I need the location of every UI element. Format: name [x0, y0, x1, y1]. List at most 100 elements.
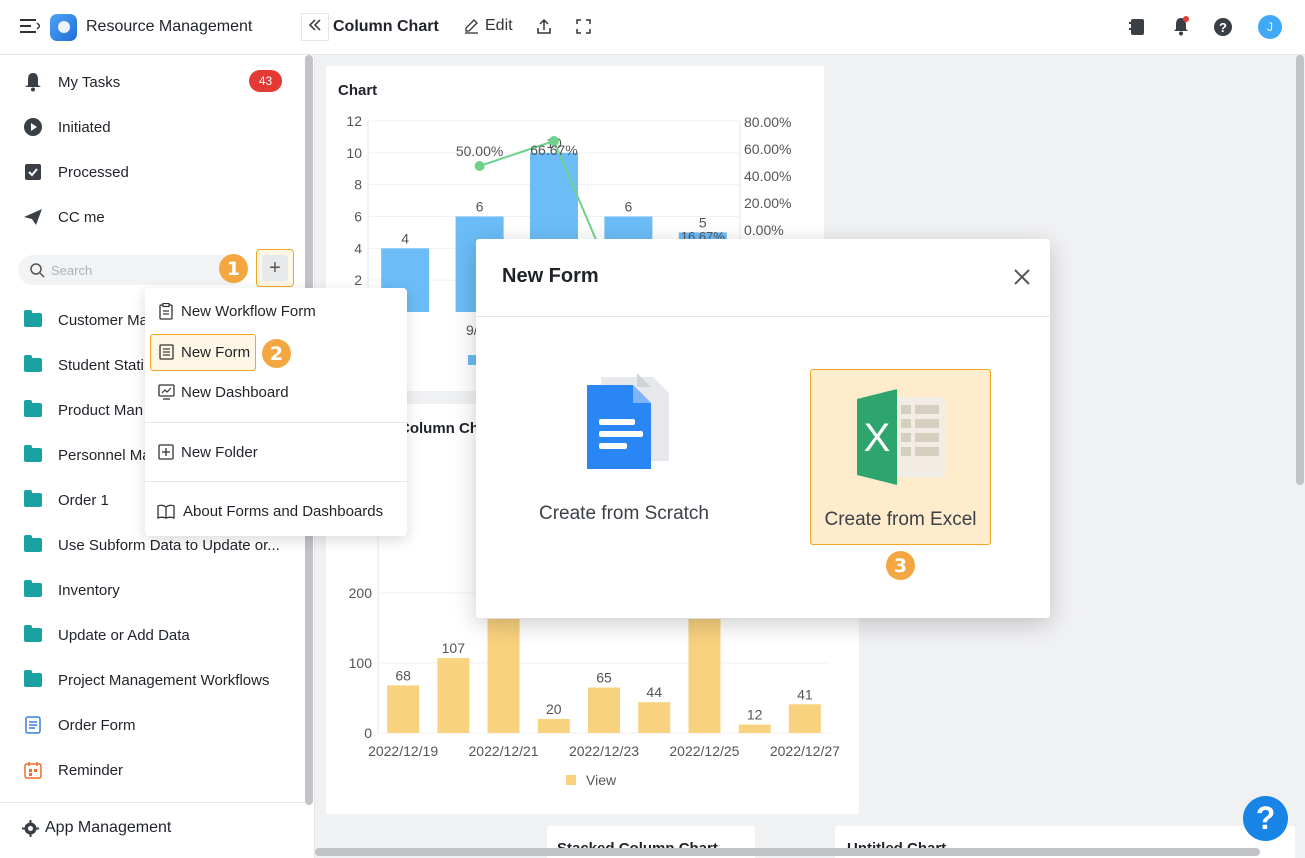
- folder-icon: [22, 399, 44, 421]
- nav-processed[interactable]: Processed: [22, 161, 129, 183]
- new-form-dialog: New Form Create from Scratch X Create fr…: [476, 239, 1050, 618]
- calendar-icon: [22, 759, 44, 781]
- menu-new-folder[interactable]: New Folder: [157, 443, 258, 461]
- bar-value-label: 44: [646, 684, 662, 700]
- menu-new-dashboard[interactable]: New Dashboard: [157, 383, 289, 401]
- sidebar-item-label: Customer Ma: [58, 311, 149, 329]
- menu-about[interactable]: About Forms and Dashboards: [157, 502, 383, 520]
- gear-icon: [22, 819, 39, 837]
- nav-processed-label: Processed: [58, 163, 129, 181]
- bar-value-label: 12: [747, 707, 763, 723]
- folder-icon: [22, 354, 44, 376]
- sidebar-divider: [0, 802, 305, 803]
- dashboard-icon: [157, 383, 175, 401]
- sidebar-item-label: Order 1: [58, 491, 109, 509]
- menu-new-workflow-form[interactable]: New Workflow Form: [157, 302, 316, 320]
- search-placeholder: Search: [51, 262, 93, 278]
- sidebar-item-label: Project Management Workflows: [58, 671, 270, 689]
- play-circle-icon: [22, 116, 44, 138]
- app-management-button[interactable]: App Management: [22, 819, 171, 837]
- sidebar-item-label: Use Subform Data to Update or...: [58, 536, 280, 554]
- bell-icon: [22, 71, 44, 93]
- sidebar-item-personnel[interactable]: Personnel Ma: [22, 444, 151, 466]
- sidebar-item-label: Order Form: [58, 716, 136, 734]
- menu-new-form[interactable]: New Form: [157, 343, 250, 361]
- avatar[interactable]: J: [1258, 15, 1282, 39]
- share-icon[interactable]: [536, 18, 552, 35]
- sidebar-item-student[interactable]: Student Stati: [22, 354, 144, 376]
- notebook-icon[interactable]: [1129, 18, 1145, 36]
- app-logo: [50, 14, 77, 41]
- folder-icon: [22, 669, 44, 691]
- top-bar: Resource Management Column Chart Edit ? …: [0, 0, 1305, 55]
- collapse-sidebar-button[interactable]: [301, 13, 329, 41]
- add-button[interactable]: +: [256, 249, 294, 287]
- nav-my-tasks[interactable]: My Tasks: [22, 71, 120, 93]
- main-horizontal-scrollbar[interactable]: [315, 848, 1260, 856]
- nav-cc-me[interactable]: CC me: [22, 206, 105, 228]
- menu-item-label: New Folder: [181, 443, 258, 461]
- nav-initiated[interactable]: Initiated: [22, 116, 111, 138]
- pencil-icon: [463, 18, 479, 34]
- y2-tick-label: 0.00%: [744, 222, 784, 238]
- bar-value-label: 107: [442, 640, 466, 656]
- sidebar-item-update-add[interactable]: Update or Add Data: [22, 624, 190, 646]
- menu-item-label: New Workflow Form: [181, 302, 316, 320]
- document-icon: [579, 369, 669, 469]
- notification-bell-icon[interactable]: [1172, 16, 1190, 36]
- y-tick-label: 4: [354, 240, 362, 256]
- folder-icon: [22, 489, 44, 511]
- floating-help-button[interactable]: ?: [1243, 796, 1288, 841]
- sidebar-item-label: Inventory: [58, 581, 120, 599]
- edit-button[interactable]: Edit: [463, 17, 513, 35]
- y-tick-label: 10: [346, 145, 362, 161]
- page-title: Column Chart: [333, 18, 439, 35]
- bar: [487, 619, 520, 733]
- folder-icon: [22, 624, 44, 646]
- y-tick-label: 2: [354, 272, 362, 288]
- close-icon[interactable]: [1013, 268, 1031, 291]
- bar-value-label: 68: [395, 667, 411, 683]
- sidebar-item-product[interactable]: Product Man: [22, 399, 143, 421]
- search-input[interactable]: Search: [18, 255, 248, 285]
- dialog-title: New Form: [502, 265, 599, 287]
- y-tick-label: 6: [354, 209, 362, 225]
- menu-icon[interactable]: [20, 17, 40, 35]
- line-point: [474, 161, 485, 171]
- sidebar-item-reminder[interactable]: Reminder: [22, 759, 123, 781]
- bar: [688, 619, 721, 733]
- create-from-excel-option[interactable]: X Create from Excel: [810, 389, 991, 545]
- sidebar-item-subform[interactable]: Use Subform Data to Update or...: [22, 534, 280, 556]
- line-value-label: 50.00%: [456, 143, 503, 159]
- sidebar-item-order-form[interactable]: Order Form: [22, 714, 136, 736]
- sidebar-item-customer[interactable]: Customer Ma: [22, 309, 148, 331]
- bar: [537, 719, 570, 733]
- svg-text:X: X: [863, 416, 890, 460]
- legend-label: View: [586, 772, 617, 788]
- sidebar-item-label: Student Stati: [58, 356, 144, 374]
- y-tick-label: 100: [349, 655, 373, 671]
- y-tick-label: 8: [354, 177, 362, 193]
- y2-tick-label: 40.00%: [744, 168, 791, 184]
- sidebar-item-inventory[interactable]: Inventory: [22, 579, 120, 601]
- help-icon[interactable]: ?: [1214, 18, 1232, 36]
- plus-icon: +: [262, 255, 288, 281]
- bar-value-label: 6: [625, 199, 633, 215]
- line-value-label: 66.67%: [530, 142, 577, 158]
- paper-plane-icon: [22, 206, 44, 228]
- fullscreen-icon[interactable]: [576, 19, 591, 34]
- sidebar-item-order-1[interactable]: Order 1: [22, 489, 109, 511]
- main-vertical-scrollbar[interactable]: [1296, 55, 1304, 485]
- option-label: Create from Excel: [824, 509, 977, 530]
- step-3-marker: 3: [886, 551, 915, 580]
- y-tick-label: 200: [349, 585, 373, 601]
- edit-label: Edit: [485, 17, 513, 34]
- create-from-scratch-option[interactable]: Create from Scratch: [524, 369, 724, 545]
- sidebar-item-project[interactable]: Project Management Workflows: [22, 669, 269, 691]
- search-icon: [30, 262, 45, 278]
- bar-value-label: 20: [546, 701, 562, 717]
- option-label: Create from Scratch: [539, 503, 709, 524]
- book-icon: [157, 502, 175, 520]
- sidebar-item-label: Update or Add Data: [58, 626, 190, 644]
- bar-value-label: 65: [596, 670, 612, 686]
